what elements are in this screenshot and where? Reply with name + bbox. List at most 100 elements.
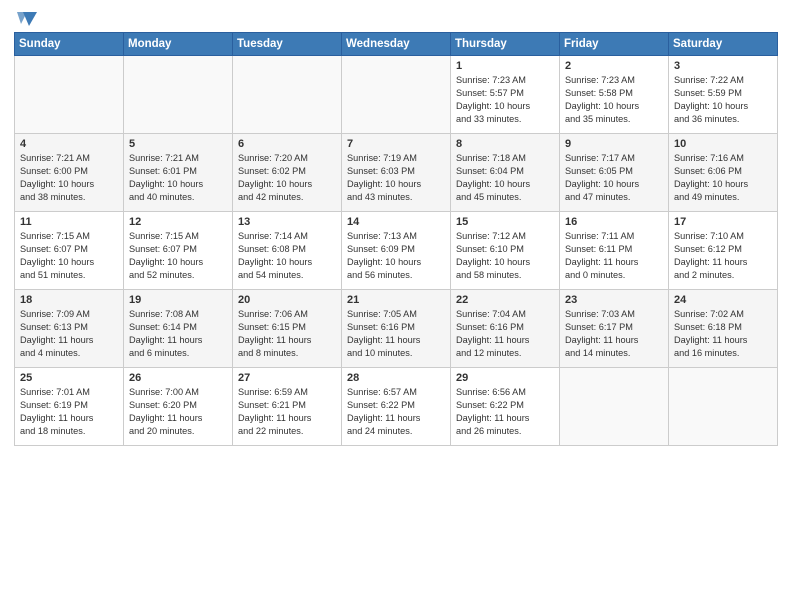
- week-row-3: 18Sunrise: 7:09 AM Sunset: 6:13 PM Dayli…: [15, 290, 778, 368]
- day-number: 15: [456, 216, 554, 228]
- calendar-cell: [15, 56, 124, 134]
- calendar-cell: 21 Sunrise: 7:05 AM Sunset: 6:16 PM Dayli…: [342, 290, 451, 368]
- calendar-cell: 5 Sunrise: 7:21 AM Sunset: 6:01 PM Daylig…: [124, 134, 233, 212]
- calendar-cell: 18Sunrise: 7:09 AM Sunset: 6:13 PM Dayli…: [15, 290, 124, 368]
- day-info: Sunrise: 7:03 AM Sunset: 6:17 PM Dayligh…: [565, 308, 663, 360]
- day-info: Sunrise: 7:13 AM Sunset: 6:09 PM Dayligh…: [347, 230, 445, 282]
- day-number: 24: [674, 294, 772, 306]
- calendar-cell: 2Sunrise: 7:23 AM Sunset: 5:58 PM Daylig…: [560, 56, 669, 134]
- weekday-header-tuesday: Tuesday: [233, 33, 342, 56]
- day-number: 7: [347, 138, 445, 150]
- calendar-cell: 25 Sunrise: 7:01 AM Sunset: 6:19 PM Dayli…: [15, 368, 124, 446]
- day-info: Sunrise: 7:23 AM Sunset: 5:57 PM Dayligh…: [456, 74, 554, 126]
- calendar-cell: [342, 56, 451, 134]
- week-row-0: 1 Sunrise: 7:23 AM Sunset: 5:57 PM Daylig…: [15, 56, 778, 134]
- day-number: 29: [456, 372, 554, 384]
- weekday-header-wednesday: Wednesday: [342, 33, 451, 56]
- day-info: Sunrise: 7:22 AM Sunset: 5:59 PM Dayligh…: [674, 74, 772, 126]
- week-row-4: 25 Sunrise: 7:01 AM Sunset: 6:19 PM Dayli…: [15, 368, 778, 446]
- day-info: Sunrise: 7:23 AM Sunset: 5:58 PM Dayligh…: [565, 74, 663, 126]
- day-number: 22: [456, 294, 554, 306]
- weekday-header-sunday: Sunday: [15, 33, 124, 56]
- calendar-cell: 16 Sunrise: 7:11 AM Sunset: 6:11 PM Dayli…: [560, 212, 669, 290]
- day-number: 23: [565, 294, 663, 306]
- day-info: Sunrise: 7:14 AM Sunset: 6:08 PM Dayligh…: [238, 230, 336, 282]
- day-info: Sunrise: 7:00 AM Sunset: 6:20 PM Dayligh…: [129, 386, 227, 438]
- day-number: 25: [20, 372, 118, 384]
- day-info: Sunrise: 6:56 AM Sunset: 6:22 PM Dayligh…: [456, 386, 554, 438]
- day-info: Sunrise: 7:20 AM Sunset: 6:02 PM Dayligh…: [238, 152, 336, 204]
- day-info: Sunrise: 7:02 AM Sunset: 6:18 PM Dayligh…: [674, 308, 772, 360]
- day-info: Sunrise: 7:21 AM Sunset: 6:00 PM Dayligh…: [20, 152, 118, 204]
- day-info: Sunrise: 7:05 AM Sunset: 6:16 PM Dayligh…: [347, 308, 445, 360]
- day-number: 13: [238, 216, 336, 228]
- day-number: 3: [674, 60, 772, 72]
- day-info: Sunrise: 7:16 AM Sunset: 6:06 PM Dayligh…: [674, 152, 772, 204]
- day-info: Sunrise: 6:59 AM Sunset: 6:21 PM Dayligh…: [238, 386, 336, 438]
- day-number: 10: [674, 138, 772, 150]
- day-number: 11: [20, 216, 118, 228]
- weekday-header-thursday: Thursday: [451, 33, 560, 56]
- calendar-container: SundayMondayTuesdayWednesdayThursdayFrid…: [0, 0, 792, 452]
- calendar-cell: [560, 368, 669, 446]
- calendar-cell: 19 Sunrise: 7:08 AM Sunset: 6:14 PM Dayli…: [124, 290, 233, 368]
- day-number: 20: [238, 294, 336, 306]
- calendar-cell: 8 Sunrise: 7:18 AM Sunset: 6:04 PM Daylig…: [451, 134, 560, 212]
- day-info: Sunrise: 7:19 AM Sunset: 6:03 PM Dayligh…: [347, 152, 445, 204]
- calendar-cell: 3 Sunrise: 7:22 AM Sunset: 5:59 PM Daylig…: [669, 56, 778, 134]
- day-number: 16: [565, 216, 663, 228]
- calendar-cell: 7 Sunrise: 7:19 AM Sunset: 6:03 PM Daylig…: [342, 134, 451, 212]
- day-info: Sunrise: 7:15 AM Sunset: 6:07 PM Dayligh…: [20, 230, 118, 282]
- day-info: Sunrise: 7:08 AM Sunset: 6:14 PM Dayligh…: [129, 308, 227, 360]
- calendar-cell: 23 Sunrise: 7:03 AM Sunset: 6:17 PM Dayli…: [560, 290, 669, 368]
- day-number: 21: [347, 294, 445, 306]
- calendar-cell: 1 Sunrise: 7:23 AM Sunset: 5:57 PM Daylig…: [451, 56, 560, 134]
- day-info: Sunrise: 7:12 AM Sunset: 6:10 PM Dayligh…: [456, 230, 554, 282]
- calendar-cell: 13 Sunrise: 7:14 AM Sunset: 6:08 PM Dayli…: [233, 212, 342, 290]
- day-info: Sunrise: 7:10 AM Sunset: 6:12 PM Dayligh…: [674, 230, 772, 282]
- calendar-cell: 22 Sunrise: 7:04 AM Sunset: 6:16 PM Dayli…: [451, 290, 560, 368]
- calendar-cell: 6 Sunrise: 7:20 AM Sunset: 6:02 PM Daylig…: [233, 134, 342, 212]
- calendar-cell: 9 Sunrise: 7:17 AM Sunset: 6:05 PM Daylig…: [560, 134, 669, 212]
- day-number: 4: [20, 138, 118, 150]
- calendar-cell: [124, 56, 233, 134]
- weekday-header-monday: Monday: [124, 33, 233, 56]
- day-number: 12: [129, 216, 227, 228]
- day-number: 6: [238, 138, 336, 150]
- calendar-cell: 28Sunrise: 6:57 AM Sunset: 6:22 PM Dayli…: [342, 368, 451, 446]
- day-info: Sunrise: 7:18 AM Sunset: 6:04 PM Dayligh…: [456, 152, 554, 204]
- calendar-cell: 26 Sunrise: 7:00 AM Sunset: 6:20 PM Dayli…: [124, 368, 233, 446]
- calendar-cell: 27 Sunrise: 6:59 AM Sunset: 6:21 PM Dayli…: [233, 368, 342, 446]
- day-number: 26: [129, 372, 227, 384]
- day-number: 9: [565, 138, 663, 150]
- day-number: 14: [347, 216, 445, 228]
- calendar-cell: 15 Sunrise: 7:12 AM Sunset: 6:10 PM Dayli…: [451, 212, 560, 290]
- weekday-header-friday: Friday: [560, 33, 669, 56]
- day-info: Sunrise: 7:11 AM Sunset: 6:11 PM Dayligh…: [565, 230, 663, 282]
- day-info: Sunrise: 7:06 AM Sunset: 6:15 PM Dayligh…: [238, 308, 336, 360]
- day-number: 8: [456, 138, 554, 150]
- day-info: Sunrise: 7:17 AM Sunset: 6:05 PM Dayligh…: [565, 152, 663, 204]
- day-info: Sunrise: 7:21 AM Sunset: 6:01 PM Dayligh…: [129, 152, 227, 204]
- day-info: Sunrise: 7:01 AM Sunset: 6:19 PM Dayligh…: [20, 386, 118, 438]
- calendar-cell: [669, 368, 778, 446]
- day-info: Sunrise: 7:04 AM Sunset: 6:16 PM Dayligh…: [456, 308, 554, 360]
- day-info: Sunrise: 6:57 AM Sunset: 6:22 PM Dayligh…: [347, 386, 445, 438]
- calendar-cell: [233, 56, 342, 134]
- day-number: 19: [129, 294, 227, 306]
- calendar-cell: 14 Sunrise: 7:13 AM Sunset: 6:09 PM Dayli…: [342, 212, 451, 290]
- week-row-2: 11 Sunrise: 7:15 AM Sunset: 6:07 PM Dayli…: [15, 212, 778, 290]
- calendar-cell: 29 Sunrise: 6:56 AM Sunset: 6:22 PM Dayli…: [451, 368, 560, 446]
- day-number: 5: [129, 138, 227, 150]
- calendar-cell: 24 Sunrise: 7:02 AM Sunset: 6:18 PM Dayli…: [669, 290, 778, 368]
- day-number: 27: [238, 372, 336, 384]
- day-number: 1: [456, 60, 554, 72]
- day-number: 17: [674, 216, 772, 228]
- day-info: Sunrise: 7:15 AM Sunset: 6:07 PM Dayligh…: [129, 230, 227, 282]
- calendar-cell: 20 Sunrise: 7:06 AM Sunset: 6:15 PM Dayli…: [233, 290, 342, 368]
- calendar-cell: 17 Sunrise: 7:10 AM Sunset: 6:12 PM Dayli…: [669, 212, 778, 290]
- logo: [14, 10, 38, 24]
- calendar-cell: 12 Sunrise: 7:15 AM Sunset: 6:07 PM Dayli…: [124, 212, 233, 290]
- day-info: Sunrise: 7:09 AM Sunset: 6:13 PM Dayligh…: [20, 308, 118, 360]
- calendar-cell: 4 Sunrise: 7:21 AM Sunset: 6:00 PM Daylig…: [15, 134, 124, 212]
